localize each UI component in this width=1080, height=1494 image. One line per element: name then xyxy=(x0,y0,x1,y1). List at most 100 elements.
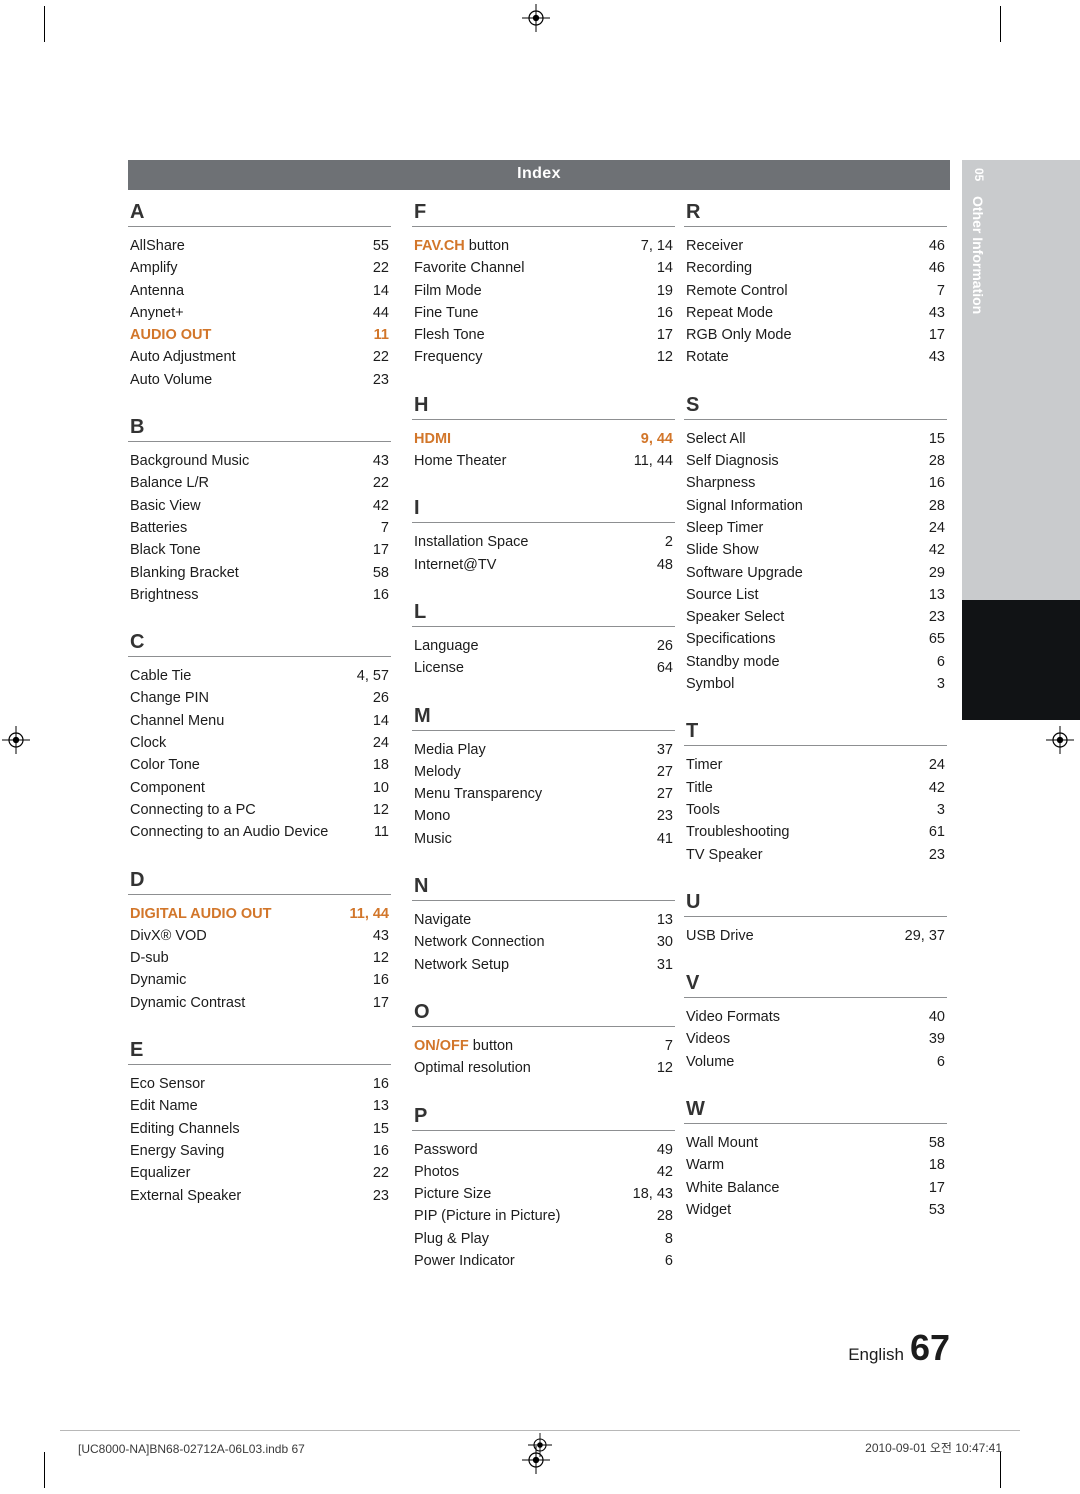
index-entry[interactable]: Remote Control 7 xyxy=(684,280,947,302)
index-entry[interactable]: Anynet+ 44 xyxy=(128,302,391,324)
index-entry[interactable]: Batteries 7 xyxy=(128,517,391,539)
index-entry[interactable]: Wall Mount 58 xyxy=(684,1132,947,1154)
index-entry[interactable]: Favorite Channel 14 xyxy=(412,257,675,279)
index-entry[interactable]: Editing Channels 15 xyxy=(128,1118,391,1140)
index-entry[interactable]: Change PIN 26 xyxy=(128,687,391,709)
index-entry[interactable]: Rotate 43 xyxy=(684,346,947,368)
index-entry[interactable]: Energy Saving 16 xyxy=(128,1140,391,1162)
index-entry[interactable]: Standby mode 6 xyxy=(684,651,947,673)
index-entry[interactable]: Media Play 37 xyxy=(412,739,675,761)
index-entry[interactable]: Auto Adjustment 22 xyxy=(128,346,391,368)
index-entry[interactable]: AllShare 55 xyxy=(128,235,391,257)
index-entry[interactable]: Balance L/R 22 xyxy=(128,472,391,494)
index-entry[interactable]: Connecting to a PC 12 xyxy=(128,799,391,821)
index-entry[interactable]: USB Drive 29, 37 xyxy=(684,925,947,947)
index-entry[interactable]: Fine Tune 16 xyxy=(412,302,675,324)
index-entry[interactable]: Eco Sensor 16 xyxy=(128,1073,391,1095)
index-entry[interactable]: ON/OFF button 7 xyxy=(412,1035,675,1057)
index-letter-heading: V xyxy=(686,972,700,995)
index-entry[interactable]: Sharpness 16 xyxy=(684,472,947,494)
index-entry[interactable]: Clock 24 xyxy=(128,732,391,754)
index-entry[interactable]: Flesh Tone 17 xyxy=(412,324,675,346)
index-entry[interactable]: Navigate 13 xyxy=(412,909,675,931)
index-entry[interactable]: TV Speaker 23 xyxy=(684,844,947,866)
index-entry[interactable]: Installation Space 2 xyxy=(412,531,675,553)
index-entry-page: 9, 44 xyxy=(640,430,673,447)
index-entry[interactable]: Software Upgrade 29 xyxy=(684,562,947,584)
index-entry[interactable]: Signal Information 28 xyxy=(684,495,947,517)
index-entry[interactable]: PIP (Picture in Picture) 28 xyxy=(412,1205,675,1227)
index-entry[interactable]: External Speaker 23 xyxy=(128,1185,391,1207)
index-entry[interactable]: Self Diagnosis 28 xyxy=(684,450,947,472)
index-entry[interactable]: Music 41 xyxy=(412,828,675,850)
index-entry[interactable]: Title 42 xyxy=(684,777,947,799)
index-entry[interactable]: Language 26 xyxy=(412,635,675,657)
index-entry-page: 15 xyxy=(928,430,945,447)
index-entry[interactable]: Channel Menu 14 xyxy=(128,710,391,732)
index-entry[interactable]: Antenna 14 xyxy=(128,280,391,302)
index-entry[interactable]: White Balance 17 xyxy=(684,1177,947,1199)
index-letter-section: E Eco Sensor 16 Edit Name 13 Editing Channels… xyxy=(128,1038,391,1223)
index-entry[interactable]: Receiver 46 xyxy=(684,235,947,257)
index-entry[interactable]: Auto Volume 23 xyxy=(128,369,391,391)
index-entry[interactable]: Password 49 xyxy=(412,1139,675,1161)
index-entry[interactable]: Color Tone 18 xyxy=(128,754,391,776)
index-entry[interactable]: Volume 6 xyxy=(684,1051,947,1073)
index-entry[interactable]: Optimal resolution 12 xyxy=(412,1057,675,1079)
index-entry[interactable]: Network Setup 31 xyxy=(412,954,675,976)
index-entry[interactable]: Picture Size 18, 43 xyxy=(412,1183,675,1205)
index-entry[interactable]: Sleep Timer 24 xyxy=(684,517,947,539)
index-entry[interactable]: Background Music 43 xyxy=(128,450,391,472)
index-entry-label: Symbol xyxy=(686,676,735,693)
index-entry[interactable]: Edit Name 13 xyxy=(128,1095,391,1117)
index-entry[interactable]: Brightness 16 xyxy=(128,584,391,606)
index-entry[interactable]: Power Indicator 6 xyxy=(412,1250,675,1272)
index-entry[interactable]: Troubleshooting 61 xyxy=(684,821,947,843)
index-entry[interactable]: Equalizer 22 xyxy=(128,1162,391,1184)
index-entry[interactable]: Video Formats 40 xyxy=(684,1006,947,1028)
index-entry[interactable]: Menu Transparency 27 xyxy=(412,783,675,805)
index-entry[interactable]: Blanking Bracket 58 xyxy=(128,562,391,584)
index-entry[interactable]: Internet@TV 48 xyxy=(412,554,675,576)
index-entry[interactable]: Specifications 65 xyxy=(684,628,947,650)
index-entry[interactable]: Amplify 22 xyxy=(128,257,391,279)
index-entry[interactable]: Symbol 3 xyxy=(684,673,947,695)
index-entry-page: 18 xyxy=(928,1157,945,1174)
index-entry[interactable]: Home Theater 11, 44 xyxy=(412,450,675,472)
index-entry[interactable]: Connecting to an Audio Device 11 xyxy=(128,821,391,843)
index-entry[interactable]: Frequency 12 xyxy=(412,346,675,368)
index-entry[interactable]: Warm 18 xyxy=(684,1154,947,1176)
index-entry[interactable]: Film Mode 19 xyxy=(412,280,675,302)
index-entry[interactable]: Repeat Mode 43 xyxy=(684,302,947,324)
index-entry[interactable]: Cable Tie 4, 57 xyxy=(128,665,391,687)
index-entry[interactable]: Select All 15 xyxy=(684,428,947,450)
index-entry[interactable]: Recording 46 xyxy=(684,257,947,279)
index-entry-label: Balance L/R xyxy=(130,475,209,492)
index-entry[interactable]: Timer 24 xyxy=(684,754,947,776)
index-entry[interactable]: Videos 39 xyxy=(684,1028,947,1050)
index-entry[interactable]: Dynamic Contrast 17 xyxy=(128,992,391,1014)
index-entry[interactable]: License 64 xyxy=(412,657,675,679)
index-entry[interactable]: D-sub 12 xyxy=(128,947,391,969)
index-entry[interactable]: Plug & Play 8 xyxy=(412,1228,675,1250)
index-entry[interactable]: Widget 53 xyxy=(684,1199,947,1221)
index-entry[interactable]: Tools 3 xyxy=(684,799,947,821)
index-entry[interactable]: Melody 27 xyxy=(412,761,675,783)
index-entry[interactable]: AUDIO OUT 11 xyxy=(128,324,391,346)
index-entry[interactable]: Photos 42 xyxy=(412,1161,675,1183)
index-entry[interactable]: Basic View 42 xyxy=(128,495,391,517)
index-entry[interactable]: Network Connection 30 xyxy=(412,931,675,953)
index-entry[interactable]: Slide Show 42 xyxy=(684,539,947,561)
index-entry[interactable]: Speaker Select 23 xyxy=(684,606,947,628)
index-entry[interactable]: Source List 13 xyxy=(684,584,947,606)
index-entry[interactable]: Mono 23 xyxy=(412,805,675,827)
index-entry[interactable]: Black Tone 17 xyxy=(128,539,391,561)
index-entry[interactable]: Component 10 xyxy=(128,777,391,799)
index-entry[interactable]: DivX® VOD 43 xyxy=(128,925,391,947)
index-entry[interactable]: DIGITAL AUDIO OUT 11, 44 xyxy=(128,903,391,925)
index-entry[interactable]: Dynamic 16 xyxy=(128,969,391,991)
index-entry[interactable]: FAV.CH button 7, 14 xyxy=(412,235,675,257)
index-entry[interactable]: RGB Only Mode 17 xyxy=(684,324,947,346)
index-entry[interactable]: HDMI 9, 44 xyxy=(412,428,675,450)
